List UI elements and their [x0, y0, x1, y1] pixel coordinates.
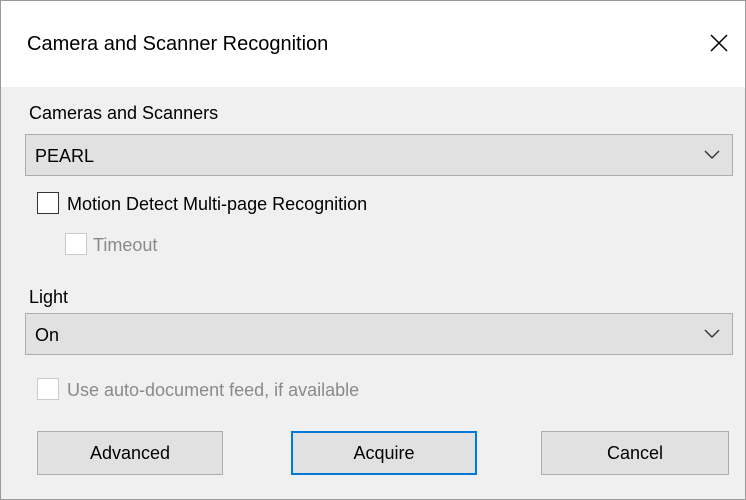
- device-selected-value: PEARL: [35, 146, 95, 166]
- scanner-recognition-dialog: Camera and Scanner Recognition Cameras a…: [0, 0, 746, 500]
- auto-feed-label: Use auto-document feed, if available: [67, 380, 360, 400]
- light-select[interactable]: On: [25, 313, 733, 355]
- motion-detect-label: Motion Detect Multi-page Recognition: [67, 194, 368, 214]
- auto-feed-checkbox-row[interactable]: Use auto-document feed, if available: [37, 377, 457, 403]
- timeout-checkbox[interactable]: [65, 233, 87, 255]
- cancel-button[interactable]: Cancel: [541, 431, 729, 475]
- light-selected-value: On: [35, 325, 60, 345]
- title-bar: Camera and Scanner Recognition: [1, 1, 745, 87]
- chevron-down-icon: [704, 329, 720, 338]
- device-label: Cameras and Scanners: [29, 103, 219, 123]
- chevron-down-icon: [704, 150, 720, 159]
- dialog-title: Camera and Scanner Recognition: [27, 33, 329, 55]
- timeout-checkbox-row[interactable]: Timeout: [65, 232, 205, 258]
- close-icon: [710, 34, 728, 52]
- motion-detect-checkbox[interactable]: [37, 192, 59, 214]
- device-select[interactable]: PEARL: [25, 134, 733, 176]
- close-button[interactable]: [699, 23, 739, 63]
- auto-feed-checkbox[interactable]: [37, 378, 59, 400]
- timeout-label: Timeout: [93, 235, 158, 255]
- acquire-button[interactable]: Acquire: [291, 431, 477, 475]
- motion-detect-checkbox-row[interactable]: Motion Detect Multi-page Recognition: [37, 191, 457, 217]
- advanced-button[interactable]: Advanced: [37, 431, 223, 475]
- light-label: Light: [29, 287, 69, 307]
